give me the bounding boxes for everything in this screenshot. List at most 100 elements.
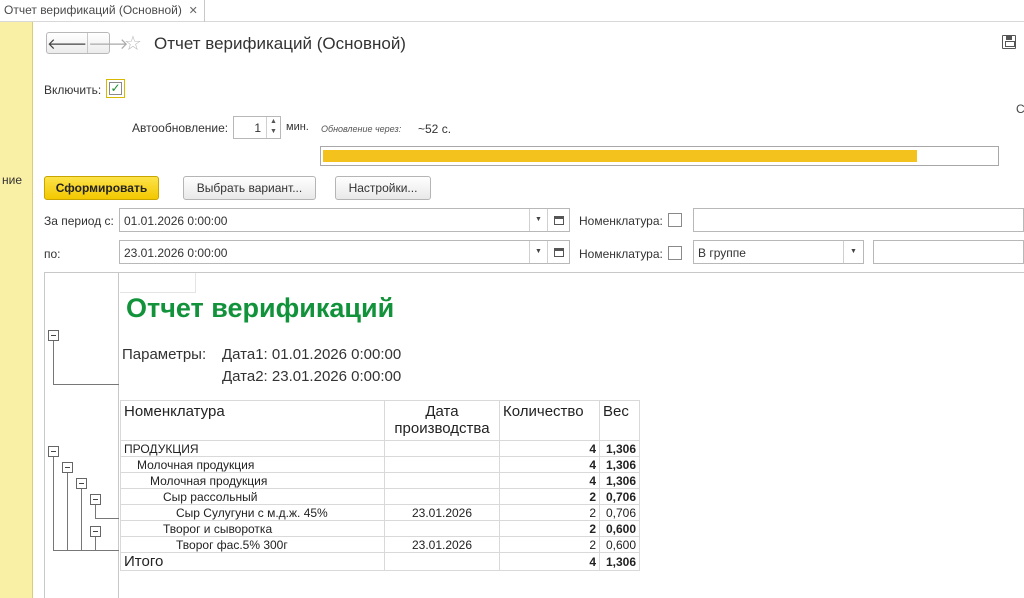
- close-icon[interactable]: ✕: [189, 4, 198, 17]
- nomenclature-field[interactable]: [693, 208, 1024, 232]
- row-name: Сыр Сулугуни с м.д.ж. 45%: [120, 504, 385, 521]
- tab-strip: Отчет верификаций (Основной) ✕: [0, 0, 1024, 22]
- save-icon[interactable]: [1002, 35, 1016, 49]
- back-arrow-icon[interactable]: 🡐: [47, 33, 87, 53]
- left-panel-label[interactable]: ние: [2, 173, 22, 187]
- dropdown-icon[interactable]: ▼: [529, 209, 547, 231]
- row-date: [384, 488, 500, 505]
- nomenclature-checkbox[interactable]: [668, 213, 682, 227]
- collapse-icon[interactable]: [48, 446, 59, 457]
- parameters-label: Параметры:: [122, 346, 207, 363]
- table-row[interactable]: Творог фас.5% 300г 23.01.2026 2 0,600: [120, 536, 640, 553]
- report-output[interactable]: Отчет верификаций Параметры: Дата1: 01.0…: [44, 272, 1024, 598]
- table-row[interactable]: Сыр Сулугуни с м.д.ж. 45% 23.01.2026 2 0,70…: [120, 504, 640, 521]
- row-quantity: 4: [499, 440, 600, 457]
- row-name: ПРОДУКЦИЯ: [120, 440, 385, 457]
- collapse-icon[interactable]: [62, 462, 73, 473]
- stepper-buttons[interactable]: ▲ ▼: [266, 117, 280, 138]
- report-header-row: Номенклатура Дата производства Количество В…: [120, 400, 640, 441]
- report-corner-cell: [120, 273, 196, 293]
- period-to-label: по:: [44, 247, 61, 261]
- checkmark-icon: ✓: [109, 81, 122, 95]
- left-panel: ние: [0, 22, 33, 598]
- page-title: Отчет верификаций (Основной): [154, 34, 406, 53]
- row-weight: 1,306: [599, 456, 640, 473]
- row-weight: 1,306: [599, 472, 640, 489]
- collapse-icon[interactable]: [76, 478, 87, 489]
- choose-variant-button[interactable]: Выбрать вариант...: [183, 176, 316, 200]
- table-row[interactable]: ПРОДУКЦИЯ 4 1,306: [120, 440, 640, 457]
- period-from-value[interactable]: 01.01.2026 0:00:00: [124, 214, 227, 228]
- period-to-field[interactable]: 23.01.2026 0:00:00 ▼: [119, 240, 570, 264]
- forward-arrow-icon[interactable]: 🡒: [87, 33, 128, 53]
- dropdown-icon[interactable]: ▼: [843, 241, 863, 263]
- row-weight: 0,706: [599, 488, 640, 505]
- report-form: 🡐 🡒 ☆ Отчет верификаций (Основной) Включ…: [34, 22, 1024, 598]
- nomenclature-label: Номенклатура:: [579, 247, 663, 261]
- total-label: Итого: [120, 552, 385, 571]
- row-date: [384, 520, 500, 537]
- nomenclature-group-checkbox[interactable]: [668, 246, 682, 260]
- report-title: Отчет верификаций: [126, 293, 395, 323]
- column-header: Номенклатура: [120, 400, 385, 441]
- tab-report[interactable]: Отчет верификаций (Основной) ✕: [0, 0, 205, 22]
- period-from-label: За период с:: [44, 214, 114, 228]
- row-quantity: 4: [499, 456, 600, 473]
- auto-refresh-value[interactable]: 1: [254, 121, 261, 135]
- total-date: [384, 552, 500, 571]
- next-refresh-value: ~52 с.: [418, 122, 452, 136]
- generate-button[interactable]: Сформировать: [44, 176, 159, 200]
- total-row: Итого 4 1,306: [120, 552, 640, 571]
- nav-buttons: 🡐 🡒: [46, 32, 128, 54]
- calendar-icon: [553, 247, 564, 257]
- stepper-up-icon[interactable]: ▲: [267, 117, 280, 127]
- grouping-gutter: [45, 273, 119, 598]
- row-date: [384, 440, 500, 457]
- period-to-value[interactable]: 23.01.2026 0:00:00: [124, 246, 227, 260]
- comparison-value[interactable]: В группе: [698, 246, 746, 260]
- cut-off-label: С: [1016, 102, 1024, 116]
- column-header: Дата производства: [384, 400, 500, 441]
- row-name: Молочная продукция: [120, 472, 385, 489]
- enable-label: Включить:: [44, 83, 102, 97]
- row-weight: 0,600: [599, 536, 640, 553]
- row-date: 23.01.2026: [384, 504, 500, 521]
- calendar-icon: [553, 215, 564, 225]
- row-quantity: 2: [499, 504, 600, 521]
- auto-refresh-label: Автообновление:: [132, 121, 229, 135]
- total-weight: 1,306: [599, 552, 640, 571]
- parameter-date1: Дата1: 01.01.2026 0:00:00: [222, 346, 402, 363]
- stepper-down-icon[interactable]: ▼: [267, 127, 280, 137]
- collapse-icon[interactable]: [48, 330, 59, 341]
- row-quantity: 2: [499, 488, 600, 505]
- period-from-field[interactable]: 01.01.2026 0:00:00 ▼: [119, 208, 570, 232]
- row-name: Творог фас.5% 300г: [120, 536, 385, 553]
- comparison-select[interactable]: В группе ▼: [693, 240, 864, 264]
- auto-refresh-stepper[interactable]: 1 ▲ ▼: [233, 116, 281, 139]
- table-row[interactable]: Молочная продукция 4 1,306: [120, 472, 640, 489]
- minutes-unit: мин.: [286, 121, 309, 133]
- row-quantity: 4: [499, 472, 600, 489]
- progress-fill: [323, 150, 917, 162]
- table-row[interactable]: Сыр рассольный 2 0,706: [120, 488, 640, 505]
- row-quantity: 2: [499, 536, 600, 553]
- enable-checkbox[interactable]: ✓: [106, 79, 125, 98]
- calendar-button[interactable]: [547, 241, 569, 263]
- collapse-icon[interactable]: [90, 494, 101, 505]
- star-icon[interactable]: ☆: [124, 31, 142, 56]
- column-header: Количество: [499, 400, 600, 441]
- row-name: Творог и сыворотка: [120, 520, 385, 537]
- settings-button[interactable]: Настройки...: [335, 176, 431, 200]
- table-row[interactable]: Молочная продукция 4 1,306: [120, 456, 640, 473]
- dropdown-icon[interactable]: ▼: [529, 241, 547, 263]
- total-quantity: 4: [499, 552, 600, 571]
- table-row[interactable]: Творог и сыворотка 2 0,600: [120, 520, 640, 537]
- collapse-icon[interactable]: [90, 526, 101, 537]
- nomenclature-label: Номенклатура:: [579, 214, 663, 228]
- calendar-button[interactable]: [547, 209, 569, 231]
- row-weight: 0,600: [599, 520, 640, 537]
- row-weight: 1,306: [599, 440, 640, 457]
- row-weight: 0,706: [599, 504, 640, 521]
- nomenclature-group-field[interactable]: [873, 240, 1024, 264]
- row-name: Сыр рассольный: [120, 488, 385, 505]
